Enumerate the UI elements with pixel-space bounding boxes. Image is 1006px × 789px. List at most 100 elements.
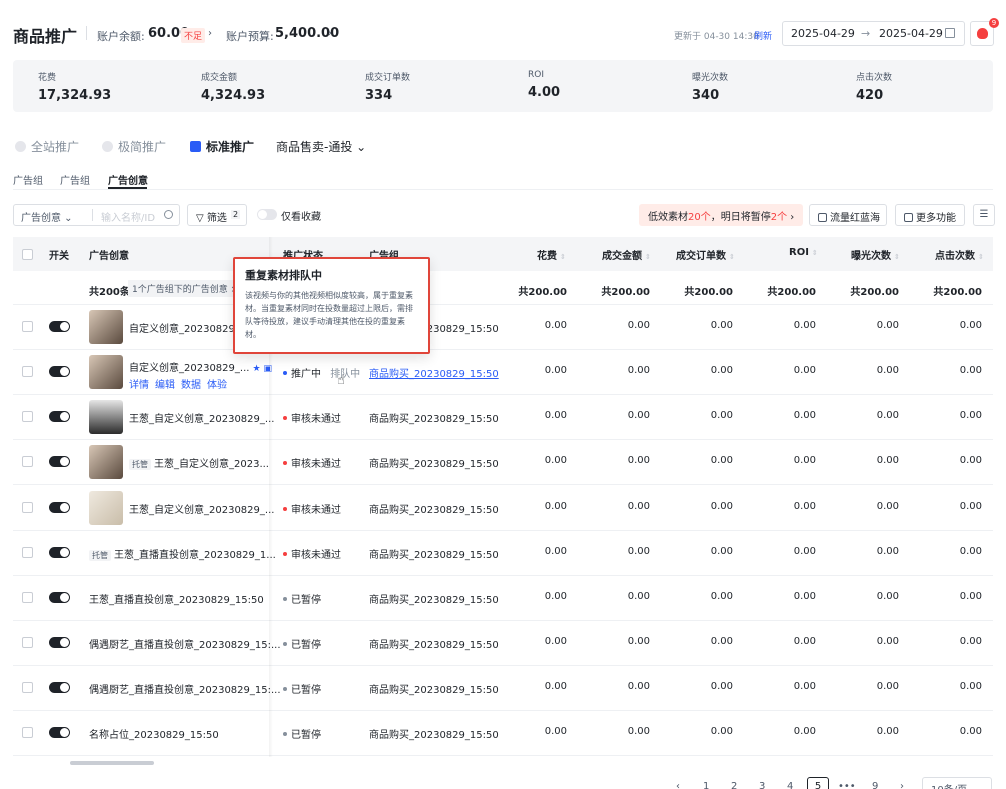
refresh-link[interactable]: 刷新 xyxy=(754,29,772,42)
row-switch[interactable] xyxy=(49,411,70,422)
queue-status[interactable]: 排队中 xyxy=(330,369,360,380)
cell-impressions: 0.00 xyxy=(876,410,899,421)
row-switch[interactable] xyxy=(49,502,70,513)
search-input[interactable]: 输入名称/ID xyxy=(101,209,155,224)
creative-name[interactable]: 王葱_直播直投创意_20230829_15:50 xyxy=(89,591,264,606)
select-all-checkbox[interactable] xyxy=(22,249,33,260)
creative-thumbnail[interactable] xyxy=(89,355,123,389)
pager-page-3[interactable]: 3 xyxy=(759,781,765,789)
tab-ad-creative[interactable]: 广告创意 xyxy=(108,172,148,187)
pager-page-4[interactable]: 4 xyxy=(787,781,793,789)
column-settings-button[interactable]: ☰ xyxy=(973,204,995,226)
mode-standard[interactable]: 标准推广 xyxy=(190,138,254,155)
search-type-select[interactable]: 广告创意 ⌄ xyxy=(21,209,73,224)
row-checkbox[interactable] xyxy=(22,592,33,603)
row-checkbox[interactable] xyxy=(22,411,33,422)
experience-link[interactable]: 体验 xyxy=(207,380,227,391)
pager-next[interactable]: › xyxy=(900,781,904,789)
stat-label: 成交金额 xyxy=(201,73,238,83)
status-text: 审核未通过 xyxy=(291,550,341,561)
search-icon[interactable] xyxy=(164,210,173,219)
row-switch[interactable] xyxy=(49,592,70,603)
mode-simple[interactable]: 极简推广 xyxy=(102,138,166,155)
warn-count: 2个 xyxy=(770,212,788,223)
creative-thumbnail[interactable] xyxy=(89,445,123,479)
row-checkbox[interactable] xyxy=(22,321,33,332)
col-gmv[interactable]: 成交金额 ⇕ xyxy=(602,247,651,262)
star-icon[interactable]: ★ xyxy=(252,364,260,374)
data-link[interactable]: 数据 xyxy=(181,380,201,391)
creative-thumbnail[interactable] xyxy=(89,491,123,525)
creative-name[interactable]: 自定义创意_20230829_1 xyxy=(129,320,246,335)
mode-product-sale-dropdown[interactable]: 商品售卖-通投 ⌄ xyxy=(276,138,366,155)
col-clicks[interactable]: 点击次数 ⇕ xyxy=(935,247,984,262)
horizontal-scrollbar[interactable] xyxy=(70,761,154,765)
page-size-select[interactable]: 10条/页 xyxy=(922,777,992,789)
edit-link[interactable]: 编辑 xyxy=(155,380,175,391)
pager-page-current[interactable]: 5 xyxy=(807,777,829,789)
mode-site-wide[interactable]: 全站推广 xyxy=(15,138,79,155)
row-checkbox[interactable] xyxy=(22,637,33,648)
creative-name[interactable]: 名称占位_20230829_15:50 xyxy=(89,726,219,741)
ad-group-link: 商品购买_20230829_15:50 xyxy=(369,505,499,516)
col-label: 点击次数 xyxy=(935,251,975,262)
col-roi[interactable]: ROI ⇕ xyxy=(789,247,818,258)
row-checkbox[interactable] xyxy=(22,547,33,558)
ad-group-link[interactable]: 商品购买_20230829_15:50 xyxy=(369,365,499,380)
filter-button[interactable]: ▽ 筛选 2 xyxy=(187,204,247,226)
row-switch[interactable] xyxy=(49,456,70,467)
debug-button[interactable]: 9 xyxy=(970,18,999,46)
bluesea-button[interactable]: 流量红蓝海 xyxy=(809,204,887,226)
tab-ad-group-1[interactable]: 广告组 xyxy=(13,172,43,187)
sort-icon: ⇕ xyxy=(978,253,984,261)
status-badge: 审核未通过 xyxy=(283,501,341,516)
favorites-toggle[interactable] xyxy=(257,209,277,220)
row-checkbox[interactable] xyxy=(22,502,33,513)
pager-page-last[interactable]: 9 xyxy=(872,781,878,789)
row-checkbox[interactable] xyxy=(22,682,33,693)
date-range-picker[interactable]: 2025-04-29 → 2025-04-29 xyxy=(782,21,965,46)
filter-chip[interactable]: 1个广告组下的广告创意 × xyxy=(128,280,243,297)
creative-name[interactable]: 王葱_自定义创意_20230829_... xyxy=(129,501,274,516)
creative-thumbnail[interactable] xyxy=(89,400,123,434)
mode-icon xyxy=(190,141,201,152)
row-checkbox[interactable] xyxy=(22,366,33,377)
ad-group-link: 商品购买_20230829_15:50 xyxy=(369,550,499,561)
balance-chevron-icon[interactable]: › xyxy=(208,28,212,39)
creative-name[interactable]: 王葱_自定义创意_20230829_... xyxy=(129,410,274,425)
sum-orders: 共200.00 xyxy=(684,287,733,298)
row-switch[interactable] xyxy=(49,637,70,648)
row-switch[interactable] xyxy=(49,547,70,558)
button-label: 更多功能 xyxy=(916,213,956,224)
creative-name-text: 偶遇厨艺_直播直投创意_20230829_15:... xyxy=(89,640,281,651)
row-checkbox[interactable] xyxy=(22,456,33,467)
stat-label: 曝光次数 xyxy=(692,73,729,83)
row-switch[interactable] xyxy=(49,366,70,377)
creative-thumbnail[interactable] xyxy=(89,310,123,344)
row-switch[interactable] xyxy=(49,321,70,332)
col-cost[interactable]: 花费 ⇕ xyxy=(537,247,566,262)
pager-page-1[interactable]: 1 xyxy=(703,781,709,789)
creative-name[interactable]: 自定义创意_20230829_... ★ ▣ xyxy=(129,359,272,374)
cell-gmv: 0.00 xyxy=(627,591,650,602)
col-orders[interactable]: 成交订单数 ⇕ xyxy=(676,247,735,262)
low-efficiency-banner[interactable]: 低效素材20个，明日将暂停2个 › xyxy=(639,204,803,226)
more-features-button[interactable]: 更多功能 xyxy=(895,204,965,226)
detail-link[interactable]: 详情 xyxy=(129,380,149,391)
creative-name[interactable]: 偶遇厨艺_直播直投创意_20230829_15:... xyxy=(89,681,281,696)
creative-name[interactable]: 偶遇厨艺_直播直投创意_20230829_15:... xyxy=(89,636,281,651)
row-switch[interactable] xyxy=(49,682,70,693)
pager-page-2[interactable]: 2 xyxy=(731,781,737,789)
status-text: 推广中 xyxy=(291,369,321,380)
pager-ellipsis[interactable]: ••• xyxy=(838,781,856,789)
cell-impressions: 0.00 xyxy=(876,546,899,557)
row-checkbox[interactable] xyxy=(22,727,33,738)
creative-name[interactable]: 托管 王葱_自定义创意_2023... xyxy=(129,455,269,470)
tab-ad-group-2[interactable]: 广告组 xyxy=(60,172,90,187)
stat-value: 420 xyxy=(856,88,884,103)
col-impressions[interactable]: 曝光次数 ⇕ xyxy=(851,247,900,262)
creative-name[interactable]: 托管 王葱_直播直投创意_20230829_1... xyxy=(89,546,276,561)
pager-prev[interactable]: ‹ xyxy=(676,781,680,789)
budget-chevron-icon[interactable]: › xyxy=(328,28,332,39)
row-switch[interactable] xyxy=(49,727,70,738)
